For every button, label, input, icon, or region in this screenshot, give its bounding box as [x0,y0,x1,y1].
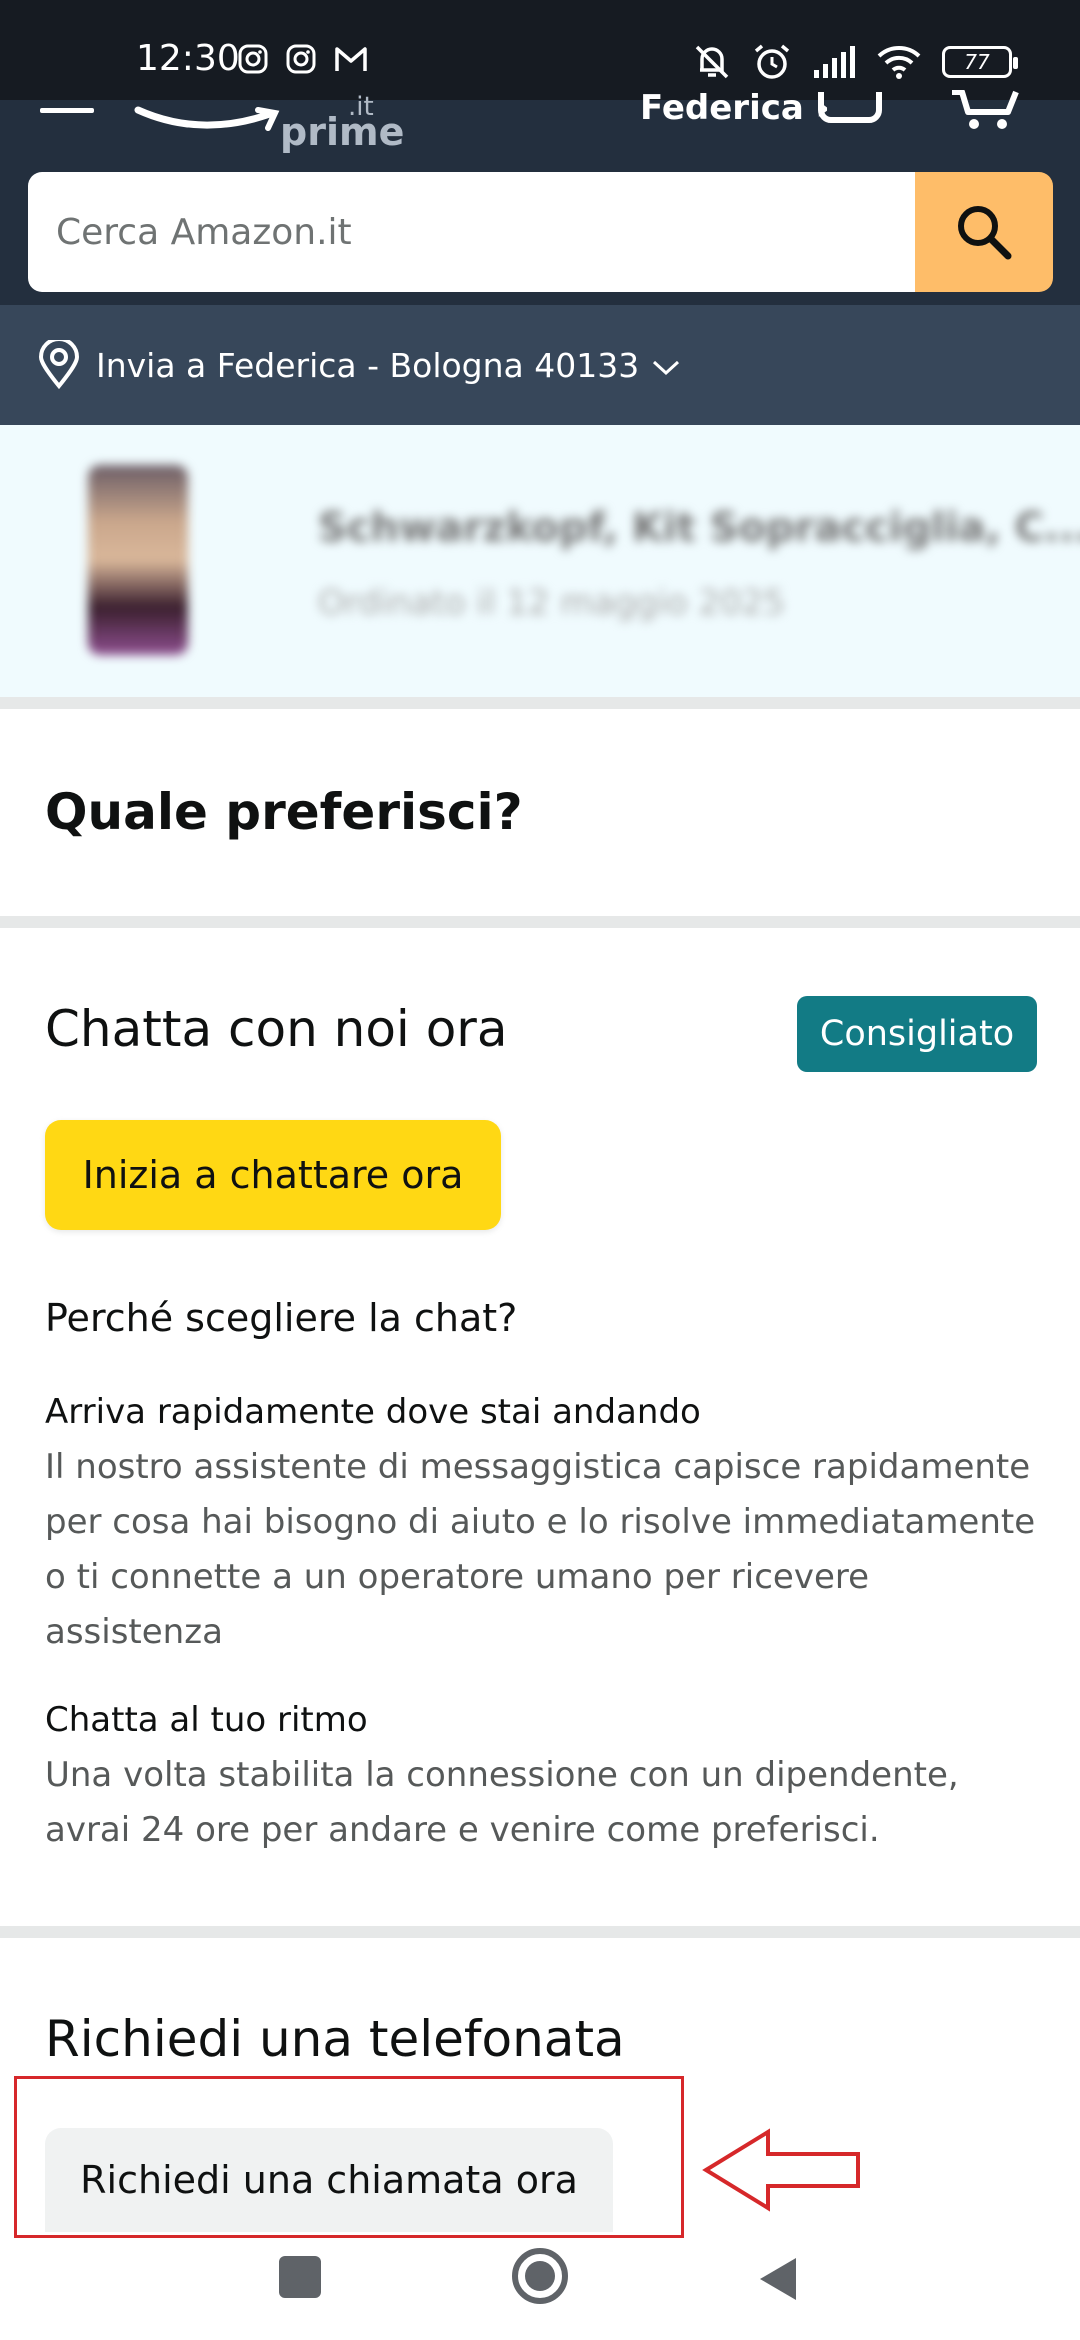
location-pin-icon [38,340,80,390]
product-thumbnail [88,465,188,655]
order-product-title: Schwarzkopf, Kit Sopracciglia, C... [318,505,1080,551]
hamburger-menu-icon[interactable] [40,100,96,130]
reason-title: Chatta al tuo ritmo [45,1700,368,1740]
reason-title: Arriva rapidamente dove stai andando [45,1392,701,1432]
signal-icon [814,46,855,78]
section-divider [0,916,1080,928]
battery-level: 77 [964,50,990,74]
system-icons: 77 [692,42,1018,82]
system-navigation-bar [0,2238,1080,2340]
chevron-down-icon [653,360,680,376]
recommended-badge: Consigliato [797,996,1037,1072]
delivery-location-label: Invia a Federica - Bologna 40133 [96,345,640,385]
search-bar [28,172,1053,292]
search-button[interactable] [915,172,1053,292]
home-button[interactable] [510,2246,570,2306]
start-chat-button[interactable]: Inizia a chattare ora [45,1120,501,1230]
battery-icon: 77 [942,46,1018,78]
alarm-icon [754,44,790,79]
delivery-location[interactable]: Invia a Federica - Bologna 40133 [0,305,1080,425]
search-icon [958,206,1012,260]
phone-option-title: Richiedi una telefonata [45,2010,625,2068]
chat-option-title: Chatta con noi ora [45,1000,508,1058]
notification-icons [238,44,368,74]
cart-icon[interactable] [950,90,1020,132]
gmail-icon [335,47,367,71]
highlight-annotation [14,2076,684,2238]
section-divider [0,1926,1080,1938]
section-divider [0,697,1080,709]
search-input[interactable] [28,172,915,292]
status-bar: 12:30 77 [0,0,1080,100]
section-title: Quale preferisci? [45,783,523,841]
app-header: .it prime Federica › [0,88,1080,305]
recents-button[interactable] [279,2256,321,2298]
account-link[interactable]: Federica › [640,88,830,128]
amazon-prime-logo[interactable]: .it prime [130,92,410,164]
order-summary[interactable]: Schwarzkopf, Kit Sopracciglia, C... Ordi… [0,425,1080,697]
arrow-left-icon [702,2128,860,2212]
reason-body: Una volta stabilita la connessione con u… [45,1755,959,1850]
logo-prime: prime [280,110,405,154]
back-button[interactable] [756,2254,800,2304]
wifi-icon [877,46,921,79]
instagram-icon [286,44,316,74]
status-time: 12:30 [136,38,240,79]
account-icon[interactable] [815,92,885,132]
mute-icon [695,45,729,79]
amazon-smile-icon [134,106,280,131]
reason-body: Il nostro assistente di messaggistica ca… [45,1447,1036,1652]
order-date: Ordinato il 12 maggio 2025 [318,583,785,623]
instagram-icon [238,44,268,74]
why-chat-heading: Perché scegliere la chat? [45,1296,518,1340]
